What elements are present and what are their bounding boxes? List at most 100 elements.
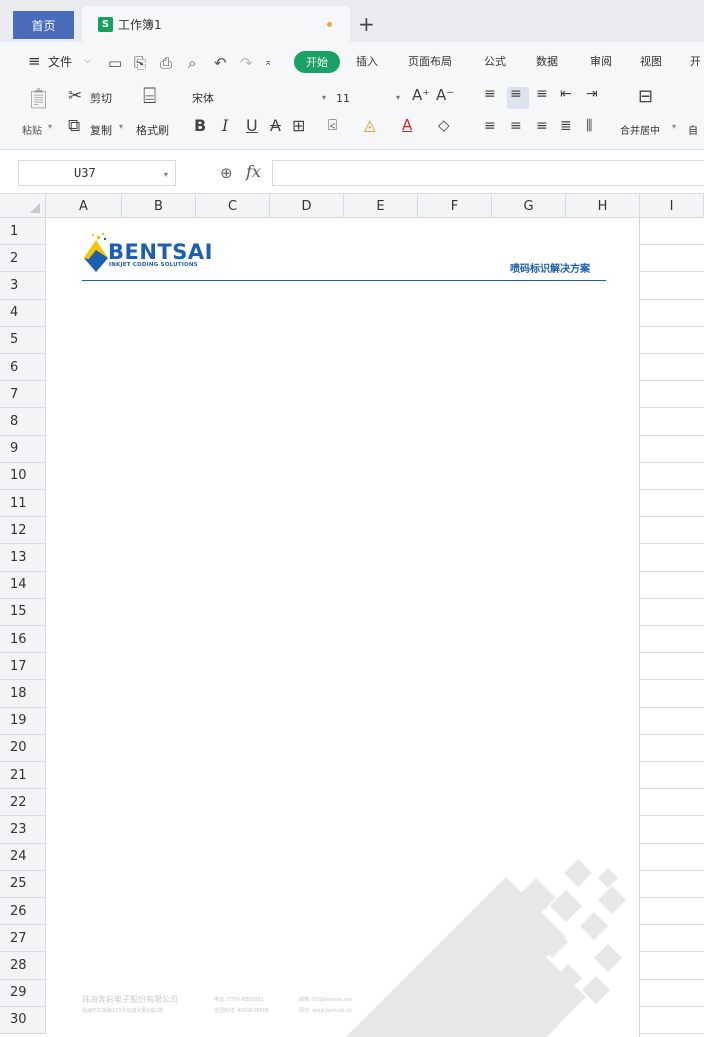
hamburger-menu-icon[interactable]: ≡ — [28, 42, 41, 80]
row-header-10[interactable]: 10 — [0, 462, 46, 490]
underline-icon[interactable]: U — [246, 116, 258, 135]
chevron-down-icon[interactable]: ⌵ — [84, 42, 91, 80]
row-header-23[interactable]: 23 — [0, 816, 46, 844]
align-bottom-icon[interactable]: ≡ — [536, 86, 548, 102]
undo-icon[interactable]: ↶ — [214, 54, 227, 72]
font-size-dropdown-icon[interactable]: ▾ — [396, 93, 400, 102]
row-header-22[interactable]: 22 — [0, 789, 46, 817]
row-header-18[interactable]: 18 — [0, 680, 46, 708]
distribute-icon[interactable]: ⫼ — [586, 118, 592, 134]
merge-dropdown-icon[interactable]: ▾ — [672, 122, 676, 131]
row-header-27[interactable]: 27 — [0, 925, 46, 953]
align-top-icon[interactable]: ≡ — [484, 86, 496, 102]
row-header-12[interactable]: 12 — [0, 517, 46, 545]
format-painter-icon[interactable]: ⌸ — [143, 84, 156, 109]
merge-center-icon[interactable]: ⊟ — [638, 86, 653, 107]
auto-wrap-button[interactable]: 自 — [688, 122, 698, 137]
fill-color-icon[interactable]: ◬ — [364, 116, 376, 134]
row-header-3[interactable]: 3 — [0, 272, 46, 300]
select-all-corner[interactable] — [0, 194, 46, 218]
column-header-i[interactable]: I — [640, 194, 704, 218]
row-header-7[interactable]: 7 — [0, 381, 46, 409]
row-header-29[interactable]: 29 — [0, 979, 46, 1007]
row-header-9[interactable]: 9 — [0, 435, 46, 463]
row-header-13[interactable]: 13 — [0, 544, 46, 572]
row-header-8[interactable]: 8 — [0, 408, 46, 436]
row-header-15[interactable]: 15 — [0, 598, 46, 626]
column-header-g[interactable]: G — [492, 194, 566, 218]
scissors-icon[interactable]: ✂ — [68, 86, 82, 106]
cut-button[interactable]: 剪切 — [90, 90, 112, 106]
strikethrough-icon[interactable]: A — [270, 116, 281, 135]
row-header-28[interactable]: 28 — [0, 952, 46, 980]
align-left-icon[interactable]: ≡ — [484, 118, 496, 134]
align-right-icon[interactable]: ≡ — [536, 118, 548, 134]
row-header-4[interactable]: 4 — [0, 299, 46, 327]
menu-insert[interactable]: 插入 — [356, 42, 378, 80]
row-header-1[interactable]: 1 — [0, 218, 46, 246]
bold-icon[interactable]: B — [194, 116, 206, 135]
copy-dropdown-icon[interactable]: ▾ — [119, 122, 123, 131]
justify-icon[interactable]: ≣ — [560, 118, 572, 134]
column-header-d[interactable]: D — [270, 194, 344, 218]
row-header-11[interactable]: 11 — [0, 490, 46, 518]
align-middle-icon[interactable]: ≡ — [510, 86, 522, 102]
italic-icon[interactable]: I — [222, 116, 228, 135]
row-header-16[interactable]: 16 — [0, 626, 46, 654]
row-header-26[interactable]: 26 — [0, 898, 46, 926]
menu-page-layout[interactable]: 页面布局 — [408, 42, 452, 80]
paste-button[interactable]: 粘贴 — [22, 122, 42, 137]
copy-button[interactable]: 复制 — [90, 122, 112, 138]
format-painter-button[interactable]: 格式刷 — [136, 122, 169, 138]
name-box-dropdown-icon[interactable]: ▾ — [164, 170, 168, 179]
cell-style-icon[interactable]: ⍃ — [328, 116, 337, 134]
font-grow-icon[interactable]: A⁺ — [412, 86, 430, 104]
zoom-icon[interactable]: ⊕ — [220, 164, 233, 182]
font-size-select[interactable]: 11 — [320, 88, 402, 108]
column-header-c[interactable]: C — [196, 194, 270, 218]
column-header-e[interactable]: E — [344, 194, 418, 218]
new-tab-button[interactable]: + — [358, 12, 375, 36]
row-header-25[interactable]: 25 — [0, 870, 46, 898]
copy-icon[interactable]: ⧉ — [68, 116, 80, 136]
menu-file[interactable]: 文件 — [48, 42, 72, 80]
row-header-17[interactable]: 17 — [0, 653, 46, 681]
menu-review[interactable]: 审阅 — [590, 42, 612, 80]
paste-icon[interactable]: 📋︎ — [26, 86, 51, 110]
menu-start[interactable]: 开始 — [294, 51, 340, 73]
menu-developer[interactable]: 开 — [690, 42, 701, 80]
tab-home[interactable]: 首页 — [13, 11, 74, 39]
row-header-19[interactable]: 19 — [0, 707, 46, 735]
align-center-icon[interactable]: ≡ — [510, 118, 522, 134]
menu-data[interactable]: 数据 — [536, 42, 558, 80]
eraser-icon[interactable]: ◇ — [438, 116, 450, 134]
merge-center-button[interactable]: 合并居中 — [620, 122, 660, 137]
font-name-select[interactable]: 宋体 — [188, 88, 338, 108]
font-shrink-icon[interactable]: A⁻ — [436, 86, 454, 104]
row-header-14[interactable]: 14 — [0, 571, 46, 599]
formula-input[interactable] — [272, 160, 704, 186]
column-header-f[interactable]: F — [418, 194, 492, 218]
customize-icon[interactable]: ⌅ — [264, 57, 272, 68]
menu-formula[interactable]: 公式 — [484, 42, 506, 80]
border-icon[interactable]: ⊞ — [292, 116, 305, 135]
row-header-6[interactable]: 6 — [0, 354, 46, 382]
row-header-2[interactable]: 2 — [0, 245, 46, 273]
paste-dropdown-icon[interactable]: ▾ — [48, 122, 52, 131]
row-header-30[interactable]: 30 — [0, 1006, 46, 1034]
column-header-b[interactable]: B — [122, 194, 196, 218]
name-box[interactable]: U37 — [18, 160, 176, 186]
column-header-a[interactable]: A — [46, 194, 122, 218]
indent-decrease-icon[interactable]: ⇤ — [560, 86, 572, 102]
print-icon[interactable]: ⎙ — [160, 54, 172, 72]
tab-workbook[interactable]: S 工作簿1 — [82, 6, 350, 42]
export-icon[interactable]: ⎘ — [134, 54, 146, 72]
print-preview-icon[interactable]: ⌕ — [188, 54, 196, 72]
row-header-21[interactable]: 21 — [0, 762, 46, 790]
sheet-grid[interactable]: ABCDEFGHI 1 2 3 4 5 6 7 8 9 10 11 12 13 14 15 16 17 18 19 2… — [0, 194, 704, 1037]
row-header-20[interactable]: 20 — [0, 734, 46, 762]
row-header-24[interactable]: 24 — [0, 843, 46, 871]
redo-icon[interactable]: ↷ — [240, 54, 253, 72]
font-color-icon[interactable]: A — [402, 116, 412, 134]
menu-view[interactable]: 视图 — [640, 42, 662, 80]
